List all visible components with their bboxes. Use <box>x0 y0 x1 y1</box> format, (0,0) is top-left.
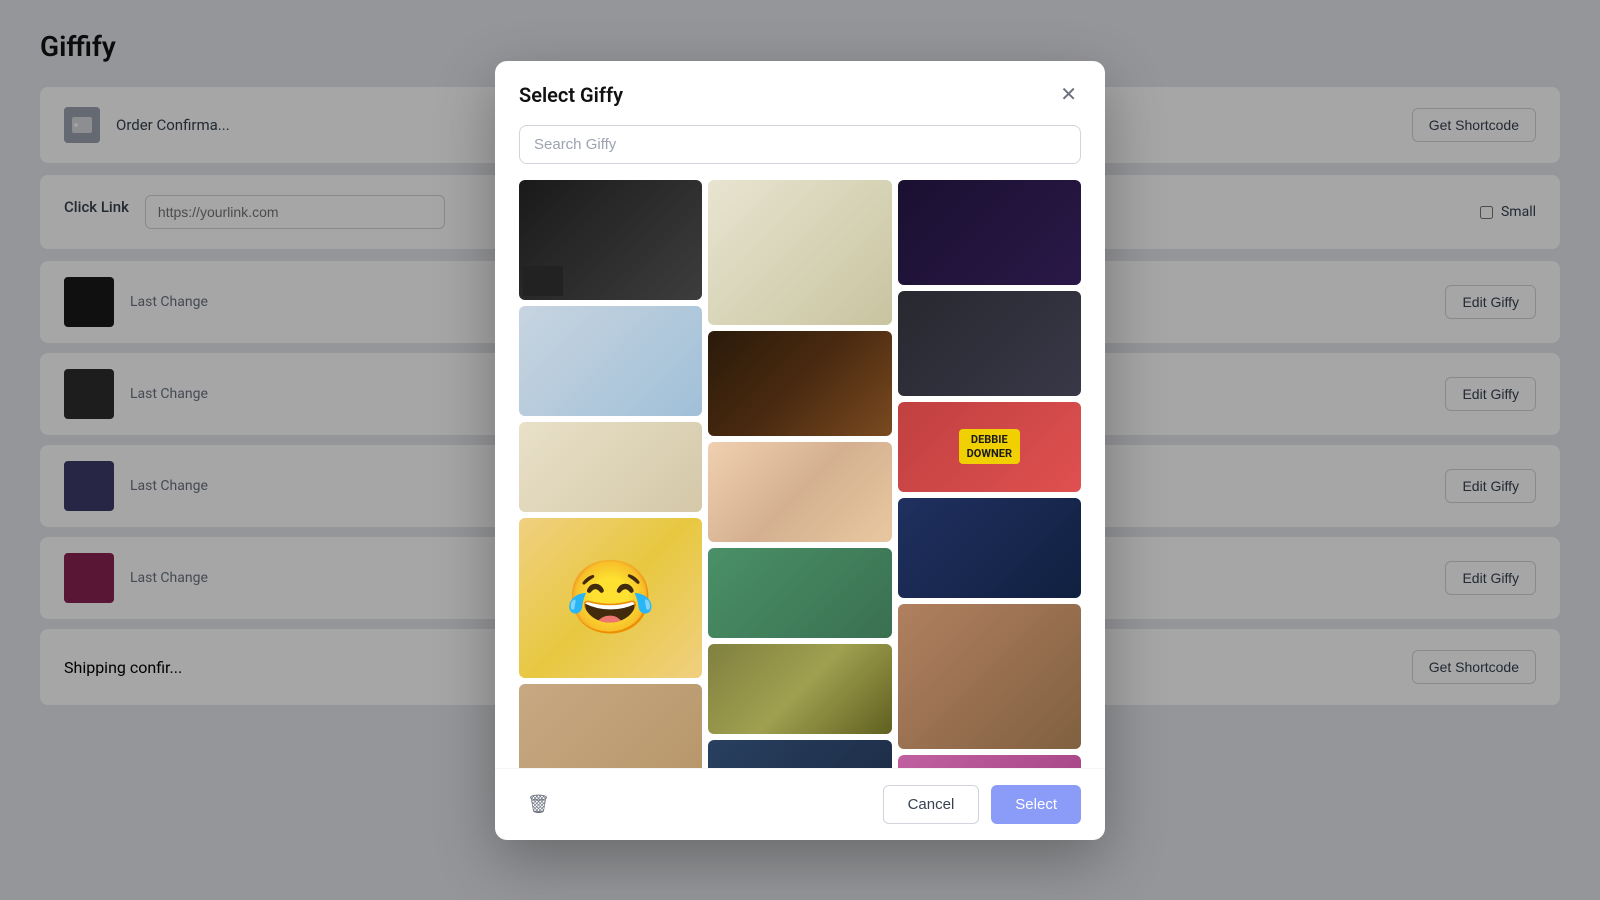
gif-item-3-5[interactable] <box>898 604 1081 749</box>
modal-header: Select Giffy ✕ <box>495 61 1105 125</box>
gif-item-1-2[interactable] <box>519 306 702 416</box>
gif-item-3-1[interactable] <box>898 180 1081 285</box>
modal-footer: 🗑 Cancel Select <box>495 768 1105 840</box>
trash-button[interactable]: 🗑 <box>519 786 558 823</box>
gif-col-2 <box>708 180 891 760</box>
search-input[interactable] <box>519 125 1081 164</box>
modal-footer-actions: Cancel Select <box>883 785 1081 824</box>
gif-item-1-1[interactable] <box>519 180 702 300</box>
gif-item-1-5[interactable] <box>519 684 702 768</box>
gif-grid-container[interactable]: 😂 <box>495 180 1105 768</box>
close-icon: ✕ <box>1060 84 1077 106</box>
gif-masonry-grid: 😂 <box>519 180 1081 760</box>
gif-col-1: 😂 <box>519 180 702 760</box>
gif-item-3-3[interactable]: DEBBIEDOWNER <box>898 402 1081 492</box>
gif-item-2-2[interactable] <box>708 331 891 436</box>
modal-close-button[interactable]: ✕ <box>1056 81 1081 109</box>
gif-col-3: DEBBIEDOWNER <box>898 180 1081 760</box>
select-giffy-modal: Select Giffy ✕ <box>495 61 1105 840</box>
gif-item-2-3[interactable] <box>708 442 891 542</box>
gif-item-2-1[interactable] <box>708 180 891 325</box>
gif-item-2-6[interactable] <box>708 740 891 768</box>
select-button[interactable]: Select <box>991 785 1081 824</box>
gif-item-1-3[interactable] <box>519 422 702 512</box>
gif-item-1-4[interactable]: 😂 <box>519 518 702 678</box>
gif-item-3-4[interactable] <box>898 498 1081 598</box>
gif-item-3-6[interactable] <box>898 755 1081 768</box>
gif-item-2-5[interactable] <box>708 644 891 734</box>
modal-search-container <box>495 125 1105 180</box>
modal-title: Select Giffy <box>519 83 623 107</box>
trash-icon: 🗑 <box>527 794 550 814</box>
cancel-button[interactable]: Cancel <box>883 785 980 824</box>
gif-item-3-2[interactable] <box>898 291 1081 396</box>
modal-overlay[interactable]: Select Giffy ✕ <box>0 0 1600 900</box>
gif-item-2-4[interactable] <box>708 548 891 638</box>
